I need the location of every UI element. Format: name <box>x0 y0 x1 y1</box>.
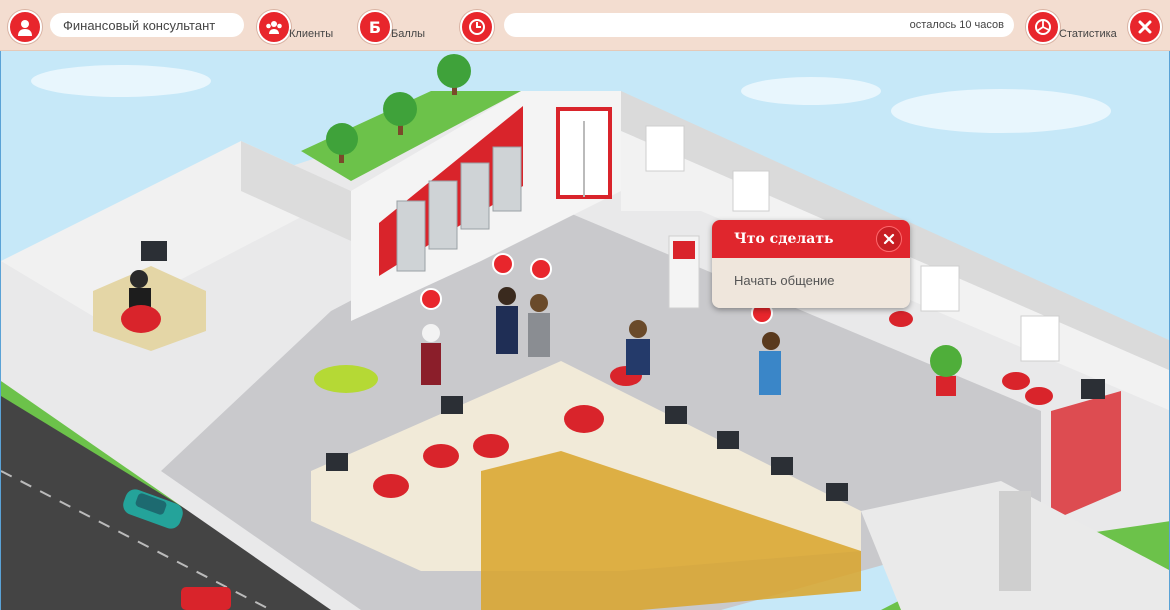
info-kiosk <box>668 235 700 309</box>
exit-button[interactable] <box>1128 10 1162 44</box>
customer <box>496 287 518 354</box>
close-icon <box>883 233 895 245</box>
monitor <box>141 241 167 261</box>
window <box>645 125 685 172</box>
svg-text:Б: Б <box>369 18 381 37</box>
points-label: Баллы <box>391 28 426 40</box>
close-icon <box>1138 20 1152 34</box>
sad-face-marker <box>530 258 552 280</box>
popup-body: Начать общение <box>712 258 910 308</box>
game-scene[interactable]: Что сделать Начать общение <box>0 51 1170 610</box>
clients-label: Клиенты <box>289 28 334 40</box>
coffee-table <box>314 365 378 393</box>
chair <box>121 305 161 333</box>
action-popup: Что сделать Начать общение <box>712 220 910 308</box>
clock-icon <box>469 19 485 35</box>
customer <box>626 320 650 375</box>
clock-button[interactable] <box>460 10 494 44</box>
monitor <box>1081 379 1105 399</box>
bank-office-illustration <box>1 51 1169 610</box>
points-button[interactable]: Б <box>358 10 392 44</box>
start-conversation-action[interactable]: Начать общение <box>712 258 910 288</box>
sad-face-marker <box>492 253 514 275</box>
bus <box>181 587 231 610</box>
profile-button[interactable] <box>8 10 42 44</box>
clients-button[interactable] <box>257 10 291 44</box>
popup-close-button[interactable] <box>876 226 902 252</box>
users-icon <box>266 21 282 34</box>
window <box>732 170 770 212</box>
popup-title: Что сделать <box>734 231 834 247</box>
role-title: Финансовый консультант <box>63 18 216 33</box>
customer <box>759 332 781 395</box>
customer <box>528 294 550 357</box>
side-door <box>999 491 1031 591</box>
avatar-icon <box>18 20 32 36</box>
stats-button[interactable] <box>1026 10 1060 44</box>
time-bar: осталось 10 часов <box>504 13 1014 37</box>
pie-chart-icon <box>1035 19 1051 35</box>
role-title-pill: Финансовый консультант <box>50 13 244 37</box>
top-bar: Финансовый консультант Клиенты Б Баллы о… <box>0 0 1170 51</box>
window <box>1020 315 1060 362</box>
customer <box>421 324 441 385</box>
window <box>920 265 960 312</box>
time-remaining: осталось 10 часов <box>909 19 1004 31</box>
coin-icon: Б <box>369 18 381 37</box>
sad-face-marker <box>420 288 442 310</box>
stats-label: Статистика <box>1059 28 1117 40</box>
